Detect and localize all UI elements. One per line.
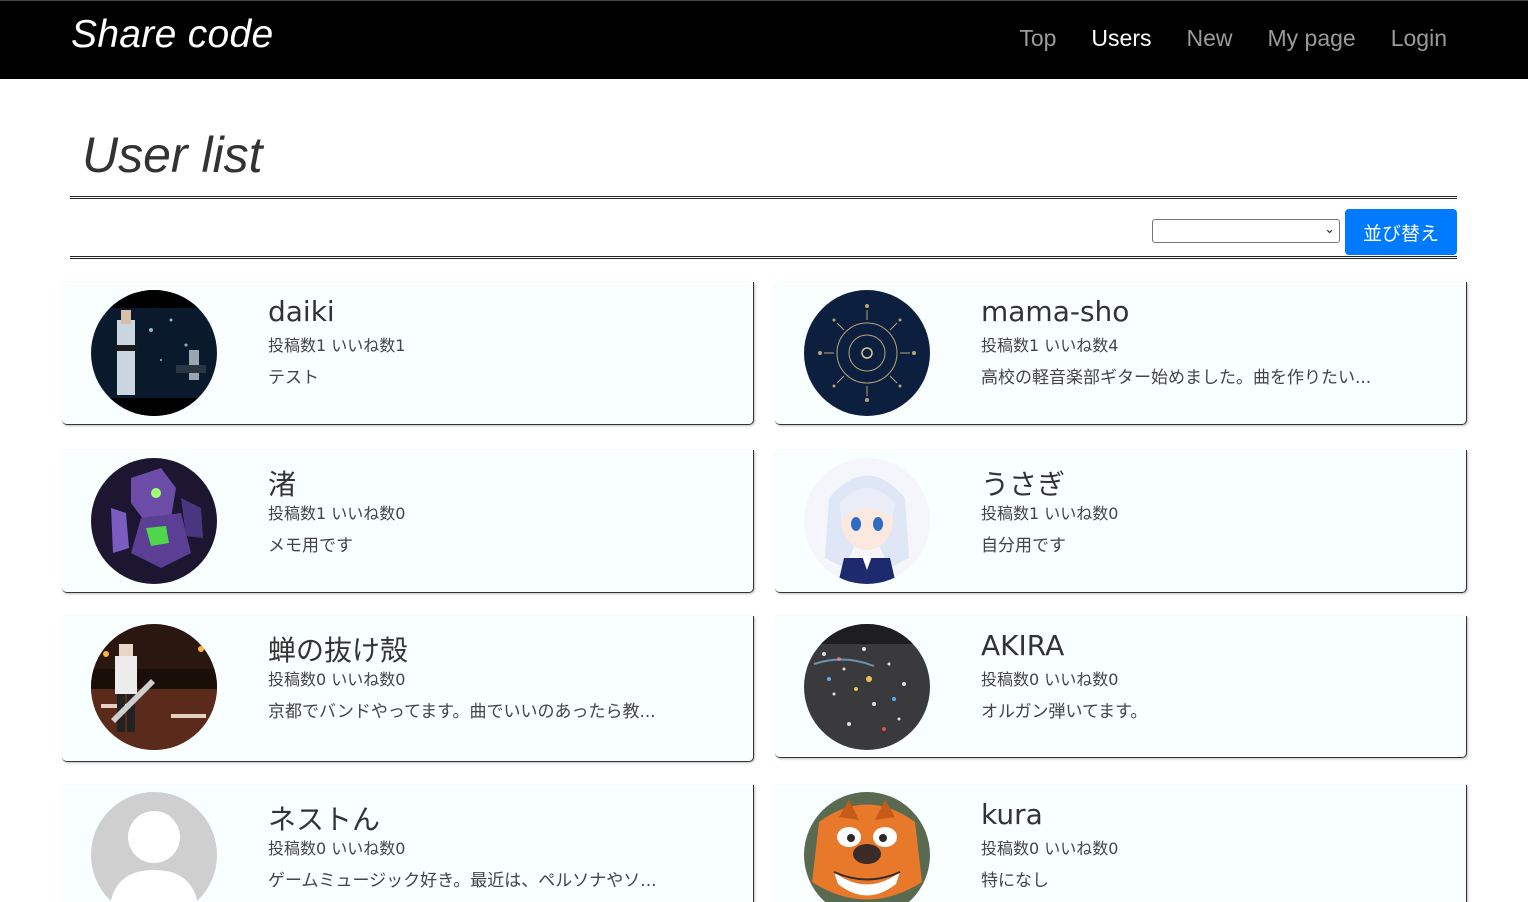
user-stats: 投稿数0 いいね数0 — [981, 670, 1119, 689]
user-stats: 投稿数1 いいね数4 — [981, 336, 1119, 355]
user-card-usagi[interactable]: うさぎ 投稿数1 いいね数0 自分用です — [775, 450, 1467, 593]
sort-select[interactable]: ⌄ — [1152, 219, 1340, 243]
user-name[interactable]: ネストん — [268, 798, 380, 838]
user-bio: テスト — [268, 368, 319, 388]
user-stats: 投稿数0 いいね数0 — [981, 839, 1119, 858]
brand-logo[interactable]: Share code — [71, 13, 273, 57]
user-bio: 京都でバンドやってます。曲でいいのあったら教... — [268, 702, 656, 722]
user-card-semi[interactable]: 蝉の抜け殻 投稿数0 いいね数0 京都でバンドやってます。曲でいいのあったら教.… — [62, 616, 754, 762]
avatar[interactable] — [804, 458, 930, 584]
nav-my-page[interactable]: My page — [1268, 25, 1356, 52]
avatar[interactable] — [91, 624, 217, 750]
user-stats: 投稿数0 いいね数0 — [268, 839, 406, 858]
user-stats: 投稿数0 いいね数0 — [268, 670, 406, 689]
user-card-mama-sho[interactable]: mama-sho 投稿数1 いいね数4 高校の軽音楽部ギター始めました。曲を作り… — [775, 282, 1467, 425]
user-card-daiki[interactable]: daiki 投稿数1 いいね数1 テスト — [62, 282, 754, 425]
nav-users[interactable]: Users — [1091, 25, 1151, 52]
sort-button[interactable]: 並び替え — [1345, 209, 1457, 255]
avatar[interactable] — [91, 792, 217, 902]
user-card-kura[interactable]: kura 投稿数0 いいね数0 特になし — [775, 785, 1467, 902]
user-name[interactable]: 渚 — [268, 463, 296, 503]
user-name[interactable]: mama-sho — [981, 295, 1129, 328]
user-name[interactable]: kura — [981, 798, 1043, 831]
user-name[interactable]: daiki — [268, 295, 335, 328]
chevron-down-icon: ⌄ — [1324, 222, 1335, 237]
user-name[interactable]: うさぎ — [981, 463, 1065, 503]
user-bio: 自分用です — [981, 536, 1066, 556]
avatar[interactable] — [804, 624, 930, 750]
avatar[interactable] — [804, 290, 930, 416]
avatar[interactable] — [91, 290, 217, 416]
nav-new[interactable]: New — [1186, 25, 1232, 52]
toolbar-divider — [70, 256, 1457, 259]
user-name[interactable]: 蝉の抜け殻 — [268, 629, 408, 669]
user-bio: オルガン弾いてます。 — [981, 702, 1148, 722]
title-divider — [70, 196, 1457, 199]
user-stats: 投稿数1 いいね数0 — [981, 504, 1119, 523]
navbar: Share code Top Users New My page Login — [0, 0, 1528, 79]
nav-login[interactable]: Login — [1391, 25, 1447, 52]
user-bio: ゲームミュージック好き。最近は、ペルソナやソ... — [268, 871, 657, 891]
user-stats: 投稿数1 いいね数0 — [268, 504, 406, 523]
user-bio: 特になし — [981, 871, 1049, 891]
nav-links: Top Users New My page Login — [1019, 25, 1447, 52]
user-card-akira[interactable]: AKIRA 投稿数0 いいね数0 オルガン弾いてます。 — [775, 616, 1467, 758]
user-stats: 投稿数1 いいね数1 — [268, 336, 406, 355]
user-card-nesuton[interactable]: ネストん 投稿数0 いいね数0 ゲームミュージック好き。最近は、ペルソナやソ..… — [62, 785, 754, 902]
user-name[interactable]: AKIRA — [981, 629, 1064, 662]
user-card-nagisa[interactable]: 渚 投稿数1 いいね数0 メモ用です — [62, 450, 754, 593]
avatar[interactable] — [91, 458, 217, 584]
user-bio: 高校の軽音楽部ギター始めました。曲を作りたい... — [981, 368, 1372, 388]
avatar[interactable] — [804, 792, 930, 902]
nav-top[interactable]: Top — [1019, 25, 1056, 52]
user-bio: メモ用です — [268, 536, 353, 556]
page-title: User list — [82, 127, 263, 183]
